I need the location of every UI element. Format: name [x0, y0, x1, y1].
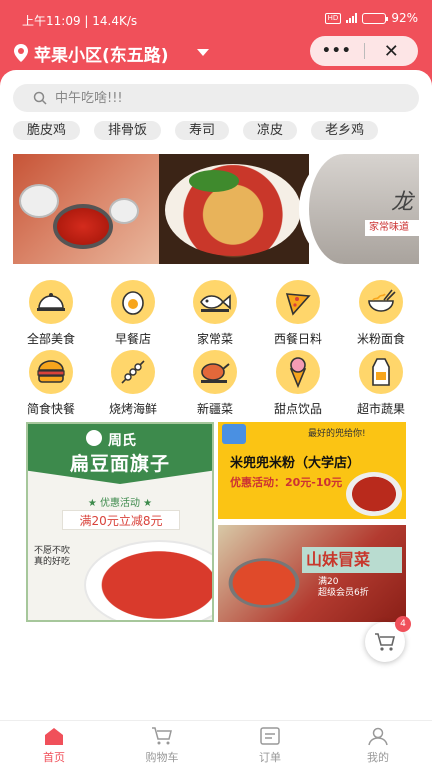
fish-icon — [193, 280, 237, 324]
brand-logo-icon — [222, 424, 246, 444]
battery-icon — [362, 12, 389, 24]
skewer-icon — [111, 350, 155, 394]
promo-card-shanmei[interactable]: 山妹冒菜 满20 超级会员6折 — [218, 525, 406, 622]
battery-percent: 92% — [391, 11, 418, 25]
status-time: 上午11:09 | 14.4K/s — [22, 14, 138, 28]
category-label: 米粉面食 — [356, 332, 405, 346]
category-item[interactable]: 超市蔬果 — [339, 350, 423, 418]
chevron-down-icon[interactable] — [197, 49, 209, 56]
category-item[interactable]: 甜点饮品 — [256, 350, 340, 418]
category-label: 新疆菜 — [196, 402, 233, 416]
maocai-pot-image — [224, 555, 304, 611]
category-item[interactable]: 全部美食 — [9, 280, 93, 348]
promo-side-text: 不愿不吹真的好吃 — [34, 546, 71, 567]
food-cloche-icon — [29, 280, 73, 324]
noodle-bowl-image — [346, 472, 402, 516]
hot-tag[interactable]: 老乡鸡 — [311, 121, 379, 140]
category-label: 简食快餐 — [26, 402, 75, 416]
category-label: 超市蔬果 — [356, 402, 405, 416]
category-item[interactable]: 新疆菜 — [173, 350, 257, 418]
food-plate-image — [109, 198, 139, 224]
search-bar[interactable] — [13, 84, 419, 112]
promo-card-zhoushi[interactable]: 周氏 扁豆面旗子 ★ 优惠活动 ★ 满20元立减8元 不愿不吹真的好吃 — [26, 422, 214, 622]
roast-chicken-icon — [193, 350, 237, 394]
more-button[interactable]: ••• — [310, 36, 364, 66]
promo-label: ★ 优惠活动 ★ — [87, 498, 153, 509]
category-item[interactable]: 烧烤海鲜 — [91, 350, 175, 418]
tab-profile[interactable]: 我的 — [324, 721, 432, 768]
home-icon — [42, 725, 66, 747]
cart-icon — [150, 725, 174, 747]
brand-logo-icon — [86, 430, 102, 446]
category-item[interactable]: 米粉面食 — [339, 280, 423, 348]
category-item[interactable]: 早餐店 — [91, 280, 175, 348]
category-label: 甜点饮品 — [273, 402, 322, 416]
close-button[interactable]: ✕ — [365, 36, 419, 66]
soup-bowl-image — [84, 540, 212, 620]
category-item[interactable]: 家常菜 — [173, 280, 257, 348]
greens-image — [189, 170, 239, 192]
promo-card-midoudou[interactable]: 最好的兜给你! 米兜兜米粉（大学店） 优惠活动：20元-10元 — [218, 422, 406, 519]
promo-title: 米兜兜米粉（大学店） — [230, 456, 361, 471]
search-icon — [33, 91, 47, 105]
category-label: 西餐日料 — [273, 332, 322, 346]
cart-count-badge: 4 — [395, 616, 411, 632]
hot-tag[interactable]: 排骨饭 — [94, 121, 162, 140]
miniapp-capsule: ••• ✕ — [310, 36, 418, 66]
ice-cream-icon — [276, 350, 320, 394]
search-input[interactable] — [55, 84, 395, 112]
promo-offer: 满20 超级会员6折 — [318, 577, 369, 598]
cart-icon — [375, 633, 396, 651]
hot-tag[interactable]: 凉皮 — [243, 121, 298, 140]
category-item[interactable]: 简食快餐 — [9, 350, 93, 418]
hot-tag[interactable]: 脆皮鸡 — [13, 121, 81, 140]
promo-header: 周氏 扁豆面旗子 — [28, 424, 212, 484]
promo-title: 山妹冒菜 — [302, 547, 402, 573]
hotpot-image — [53, 204, 113, 249]
tab-label: 订单 — [259, 751, 281, 764]
bottom-tab-bar: 首页 购物车 订单 我的 — [0, 720, 432, 768]
banner-slide-dumplings — [159, 154, 309, 264]
food-plate-image — [19, 184, 59, 218]
pizza-icon — [276, 280, 320, 324]
status-bar: 上午11:09 | 14.4K/s HD 92% — [0, 0, 432, 36]
tab-label: 首页 — [43, 751, 65, 764]
milk-carton-icon — [359, 350, 403, 394]
category-label: 家常菜 — [196, 332, 233, 346]
location-pin-icon — [14, 44, 28, 62]
user-icon — [366, 725, 390, 747]
category-label: 全部美食 — [26, 332, 75, 346]
category-item[interactable]: 西餐日料 — [256, 280, 340, 348]
banner-slide-hotpot — [13, 154, 159, 264]
order-icon — [258, 725, 282, 747]
tab-home[interactable]: 首页 — [0, 721, 108, 768]
tab-label: 我的 — [367, 751, 389, 764]
burger-icon — [29, 350, 73, 394]
tab-orders[interactable]: 订单 — [216, 721, 324, 768]
promo-offer: 满20元立减8元 — [62, 510, 180, 530]
promo-badge: 最好的兜给你! — [308, 429, 366, 439]
hd-indicator: HD — [324, 12, 342, 24]
floating-cart-button[interactable]: 4 — [365, 616, 411, 662]
banner-caption: 家常味道 — [365, 220, 419, 236]
tab-cart[interactable]: 购物车 — [108, 721, 216, 768]
location-selector[interactable]: 苹果小区(东五路) — [34, 41, 169, 66]
promo-title: 扁豆面旗子 — [69, 453, 170, 475]
banner-brand-text: 龙 — [390, 190, 413, 215]
app-header: 苹果小区(东五路) ••• ✕ — [0, 36, 432, 70]
egg-icon — [111, 280, 155, 324]
promo-offer: 优惠活动：20元-10元 — [230, 476, 343, 489]
hot-tags: 脆皮鸡 排骨饭 寿司 凉皮 老乡鸡 — [13, 119, 419, 141]
noodle-bowl-icon — [359, 280, 403, 324]
signal-icon — [346, 13, 358, 23]
hot-tag[interactable]: 寿司 — [175, 121, 230, 140]
banner-slide-dragon: 龙 家常味道 — [299, 154, 419, 264]
tab-label: 购物车 — [145, 751, 179, 764]
category-label: 早餐店 — [114, 332, 151, 346]
banner-carousel[interactable]: 龙 家常味道 — [13, 154, 419, 264]
promo-brand: 周氏 — [108, 433, 136, 449]
category-label: 烧烤海鲜 — [108, 402, 157, 416]
